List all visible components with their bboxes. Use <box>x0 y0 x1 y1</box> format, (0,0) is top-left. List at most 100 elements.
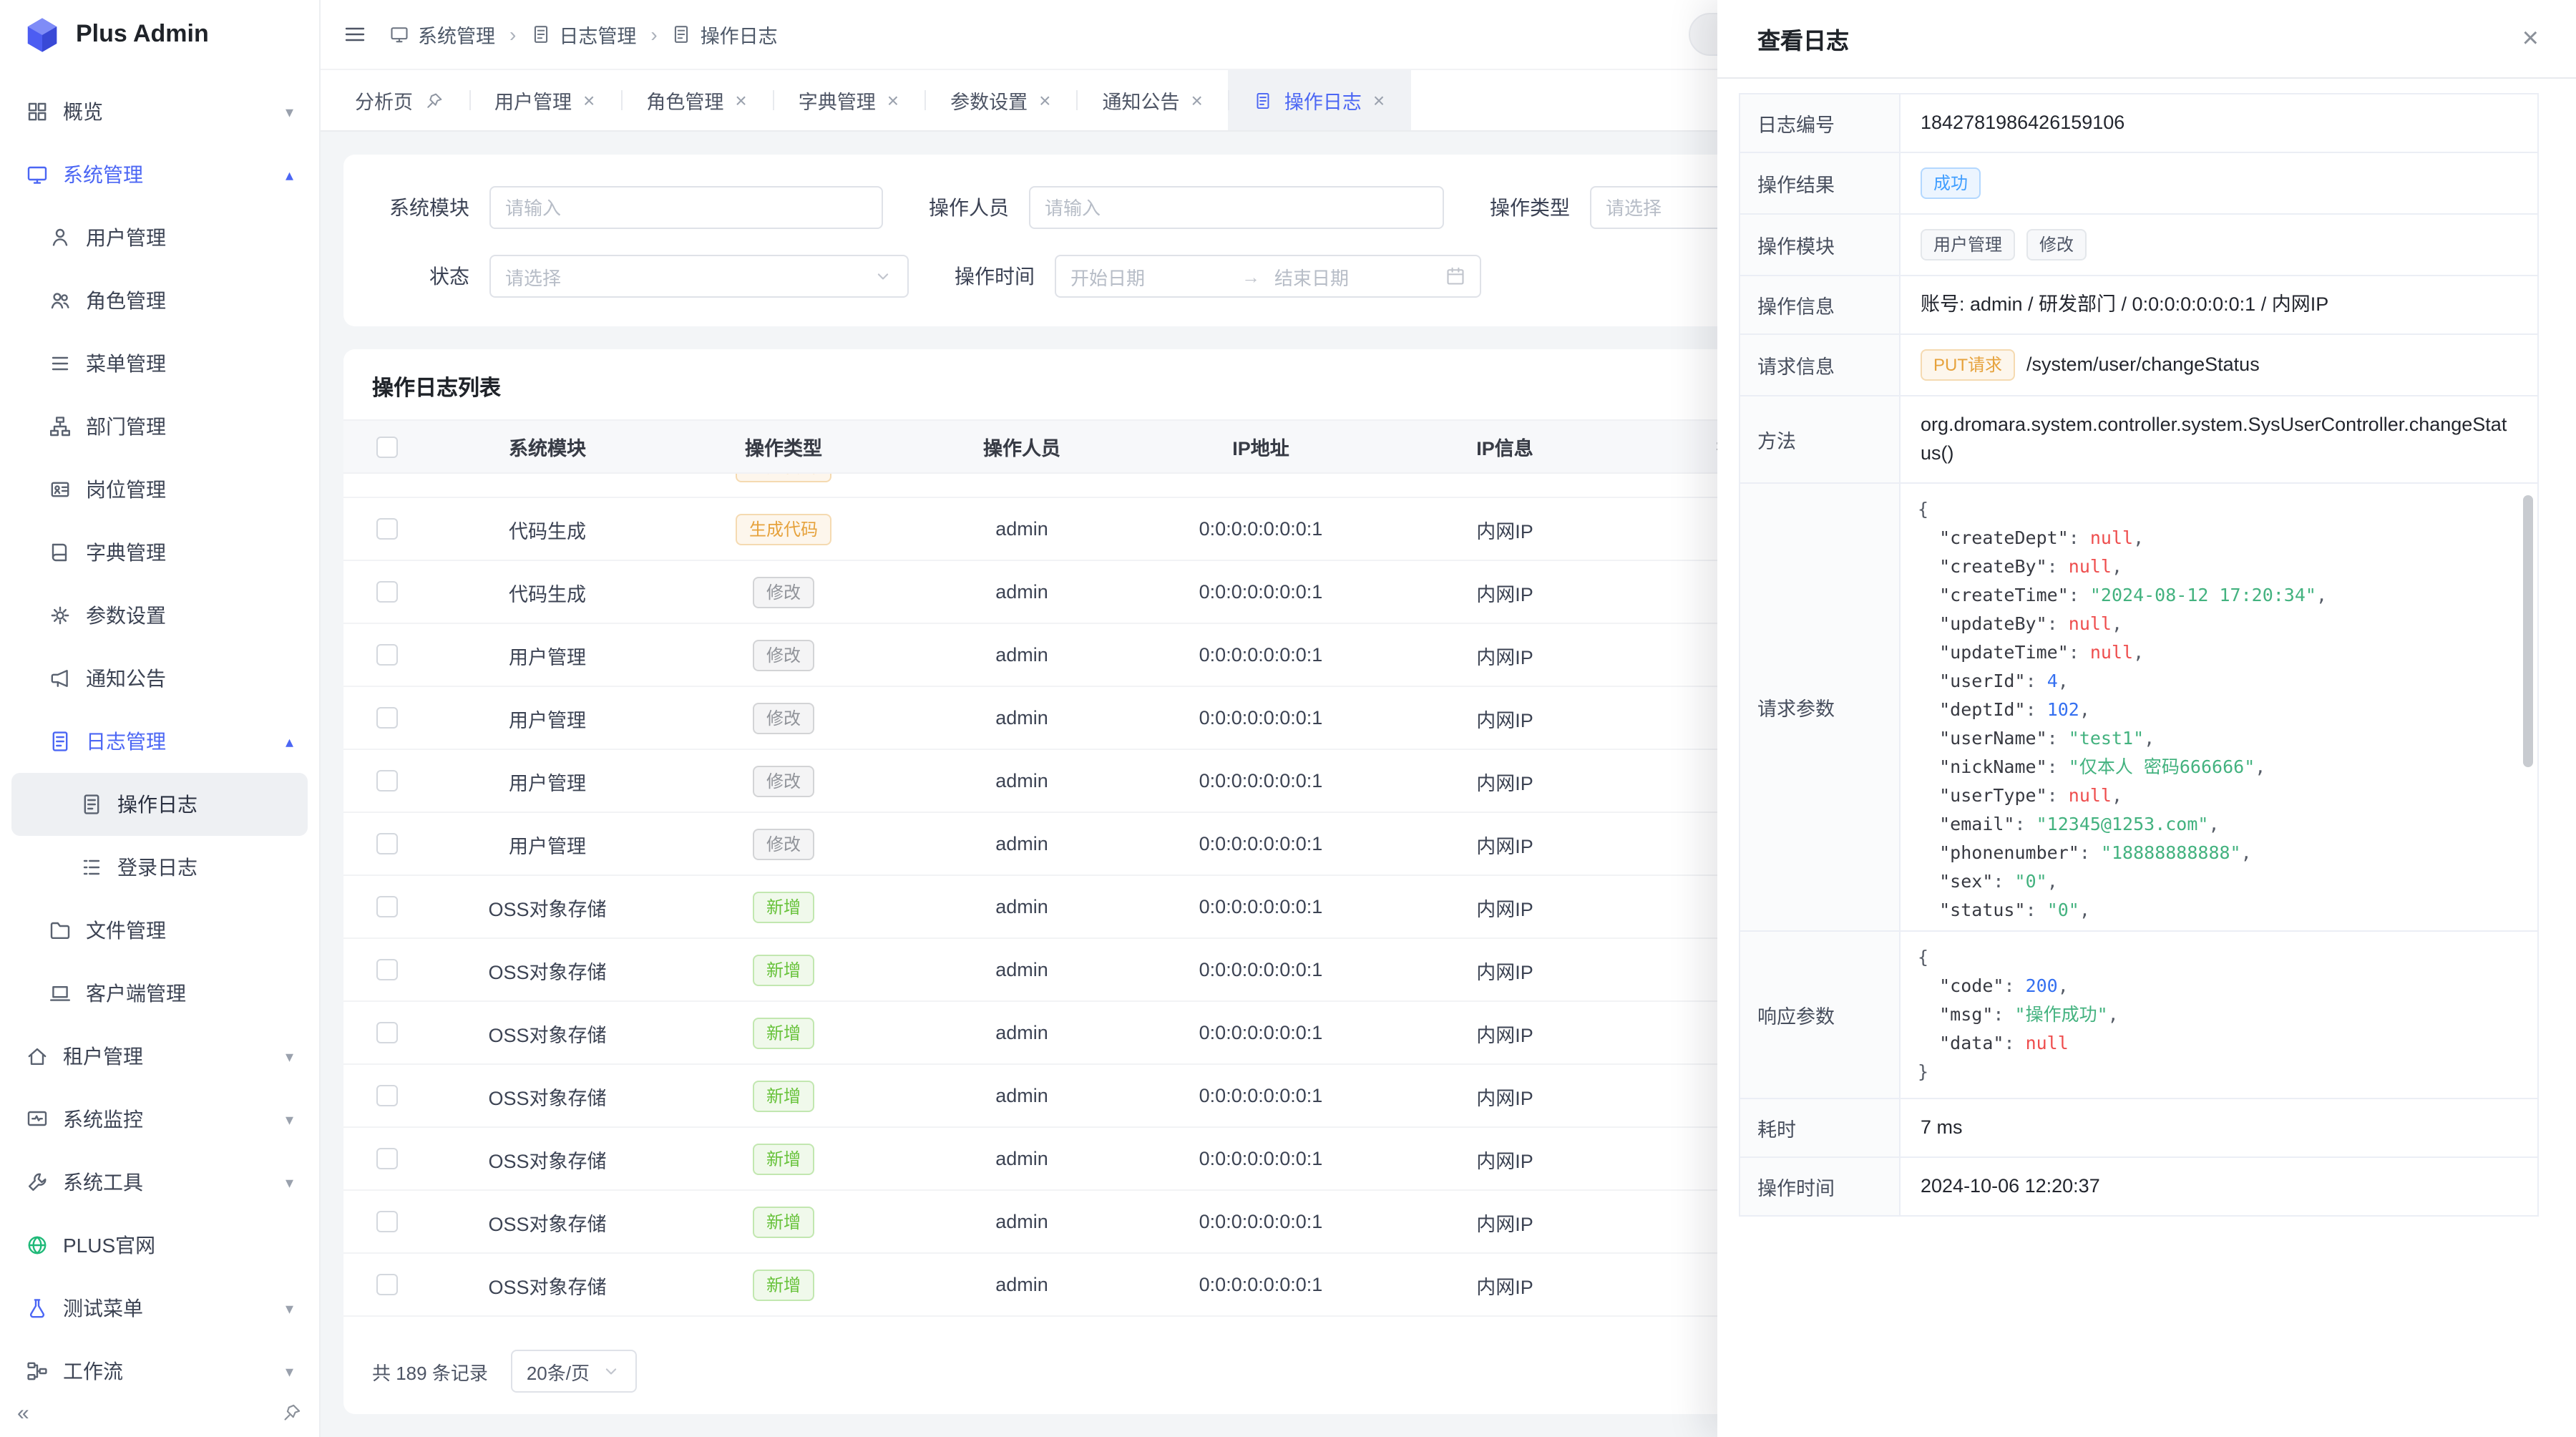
sidebar-item-label: 角色管理 <box>86 286 293 315</box>
cell-type: 新增 <box>665 891 902 922</box>
close-icon[interactable]: × <box>1373 89 1385 112</box>
sidebar-item-dict-mgmt[interactable]: 字典管理 <box>11 521 308 584</box>
sidebar-item-plus-website[interactable]: PLUS官网 <box>11 1214 308 1277</box>
sidebar-item-overview[interactable]: 概览 ▾ <box>11 80 308 143</box>
app-name: Plus Admin <box>76 20 209 49</box>
sidebar-item-system-mgmt[interactable]: 系统管理 ▴ <box>11 143 308 206</box>
row-checkbox[interactable] <box>376 897 397 918</box>
close-icon[interactable]: × <box>583 89 595 112</box>
tab-role-mgmt[interactable]: 角色管理 × <box>620 70 772 130</box>
cell-ip-info: 内网IP <box>1380 640 1630 669</box>
row-checkbox[interactable] <box>376 960 397 981</box>
logo-icon <box>23 15 62 54</box>
scrollbar-thumb[interactable] <box>2523 495 2533 767</box>
row-checkbox[interactable] <box>376 771 397 792</box>
row-checkbox[interactable] <box>376 1086 397 1107</box>
sidebar-item-notice[interactable]: 通知公告 <box>11 647 308 710</box>
tab-notice[interactable]: 通知公告 × <box>1077 70 1229 130</box>
cell-ip-info: 内网IP <box>1380 1081 1630 1110</box>
code-line: "code": 200, <box>1918 972 2520 1000</box>
sidebar-item-workflow[interactable]: 工作流 ▾ <box>11 1340 308 1388</box>
op-time-range-picker[interactable]: 开始日期 → 结束日期 <box>1055 255 1481 298</box>
cell-ip-info: 内网IP <box>1380 1144 1630 1173</box>
cell-module: OSS对象存储 <box>429 1018 665 1047</box>
row-checkbox[interactable] <box>376 708 397 729</box>
cell-ip: 0:0:0:0:0:0:0:1 <box>1142 518 1380 540</box>
close-icon[interactable]: × <box>887 89 899 112</box>
breadcrumb-item-log-mgmt[interactable]: 日志管理 <box>530 20 636 49</box>
close-icon[interactable]: × <box>735 89 746 112</box>
chevron-up-icon: ▴ <box>286 165 293 184</box>
row-checkbox[interactable] <box>376 645 397 666</box>
tab-user-mgmt[interactable]: 用户管理 × <box>469 70 620 130</box>
breadcrumb-separator: › <box>650 23 657 46</box>
pin-icon[interactable] <box>424 91 443 109</box>
column-operator: 操作人员 <box>902 432 1142 461</box>
flask-icon <box>26 1297 49 1320</box>
tab-analysis[interactable]: 分析页 <box>329 70 469 130</box>
row-checkbox[interactable] <box>376 1212 397 1233</box>
filter-operator: 操作人员 <box>917 186 1444 229</box>
row-checkbox[interactable] <box>376 1023 397 1044</box>
user-icon <box>49 226 72 249</box>
close-icon[interactable]: × <box>1039 89 1050 112</box>
breadcrumb-item-operation-log[interactable]: 操作日志 <box>672 20 778 49</box>
http-method-badge: PUT请求 <box>1921 349 2015 381</box>
sidebar-item-user-mgmt[interactable]: 用户管理 <box>11 206 308 269</box>
sidebar-item-system-monitor[interactable]: 系统监控 ▾ <box>11 1088 308 1151</box>
sidebar-item-test-menu[interactable]: 测试菜单 ▾ <box>11 1277 308 1340</box>
sidebar-item-label: 登录日志 <box>117 853 293 882</box>
hamburger-icon[interactable] <box>343 23 366 46</box>
sidebar-item-client-mgmt[interactable]: 客户端管理 <box>11 962 308 1025</box>
collapse-sidebar-button[interactable]: « <box>17 1401 29 1425</box>
sidebar-item-file-mgmt[interactable]: 文件管理 <box>11 899 308 962</box>
cell-ip: 0:0:0:0:0:0:0:1 <box>1142 1274 1380 1295</box>
tab-dict-mgmt[interactable]: 字典管理 × <box>773 70 924 130</box>
cell-type: 修改 <box>665 765 902 797</box>
pin-sidebar-icon[interactable] <box>282 1403 302 1423</box>
sidebar-item-tenant-mgmt[interactable]: 租户管理 ▾ <box>11 1025 308 1088</box>
row-checkbox[interactable] <box>376 1275 397 1296</box>
breadcrumb: 系统管理 › 日志管理 › 操作日志 <box>389 20 778 49</box>
sidebar-item-login-log[interactable]: 登录日志 <box>11 836 308 899</box>
breadcrumb-item-system-mgmt[interactable]: 系统管理 <box>389 20 495 49</box>
row-checkbox[interactable] <box>376 834 397 855</box>
app-logo[interactable]: Plus Admin <box>0 0 319 69</box>
sidebar-item-menu-mgmt[interactable]: 菜单管理 <box>11 332 308 395</box>
op-type-badge: 新增 <box>753 1269 814 1300</box>
row-module: 操作模块 用户管理 修改 <box>1740 215 2537 276</box>
code-line: "nickName": "仅本人 密码666666", <box>1918 753 2520 781</box>
close-icon[interactable]: × <box>1191 89 1203 112</box>
row-checkbox[interactable] <box>376 582 397 603</box>
tab-operation-log[interactable]: 操作日志 × <box>1229 70 1410 130</box>
sidebar-item-log-mgmt[interactable]: 日志管理 ▴ <box>11 710 308 773</box>
tab-param-settings[interactable]: 参数设置 × <box>924 70 1076 130</box>
system-module-input[interactable] <box>489 186 883 229</box>
monitor-icon <box>389 24 409 44</box>
row-checkbox[interactable] <box>376 519 397 540</box>
sidebar-item-post-mgmt[interactable]: 岗位管理 <box>11 458 308 521</box>
chevron-down-icon <box>873 266 893 286</box>
sidebar-item-role-mgmt[interactable]: 角色管理 <box>11 269 308 332</box>
chevron-up-icon: ▴ <box>286 732 293 751</box>
cell-ip-info: 内网IP <box>1380 1207 1630 1236</box>
close-icon[interactable]: × <box>2522 24 2539 53</box>
gear-icon <box>49 604 72 627</box>
sidebar-item-label: 概览 <box>63 97 271 126</box>
row-checkbox[interactable] <box>376 1149 397 1170</box>
cell-ip-info: 内网IP <box>1380 766 1630 795</box>
sidebar-item-label: 工作流 <box>63 1357 271 1385</box>
result-value: 成功 <box>1901 153 2537 213</box>
sidebar-item-param-settings[interactable]: 参数设置 <box>11 584 308 647</box>
page-size-select[interactable]: 20条/页 <box>511 1350 637 1393</box>
op-time-value: 2024-10-06 12:20:37 <box>1901 1158 2537 1215</box>
column-module: 系统模块 <box>429 432 665 461</box>
status-select[interactable]: 请选择 <box>489 255 909 298</box>
tab-label: 分析页 <box>355 86 413 115</box>
select-all-checkbox[interactable] <box>376 437 397 458</box>
sidebar-item-system-tools[interactable]: 系统工具 ▾ <box>11 1151 308 1214</box>
sidebar-item-dept-mgmt[interactable]: 部门管理 <box>11 395 308 458</box>
sidebar-item-operation-log[interactable]: 操作日志 <box>11 773 308 836</box>
operator-input[interactable] <box>1029 186 1444 229</box>
chevron-down-icon: ▾ <box>286 102 293 121</box>
